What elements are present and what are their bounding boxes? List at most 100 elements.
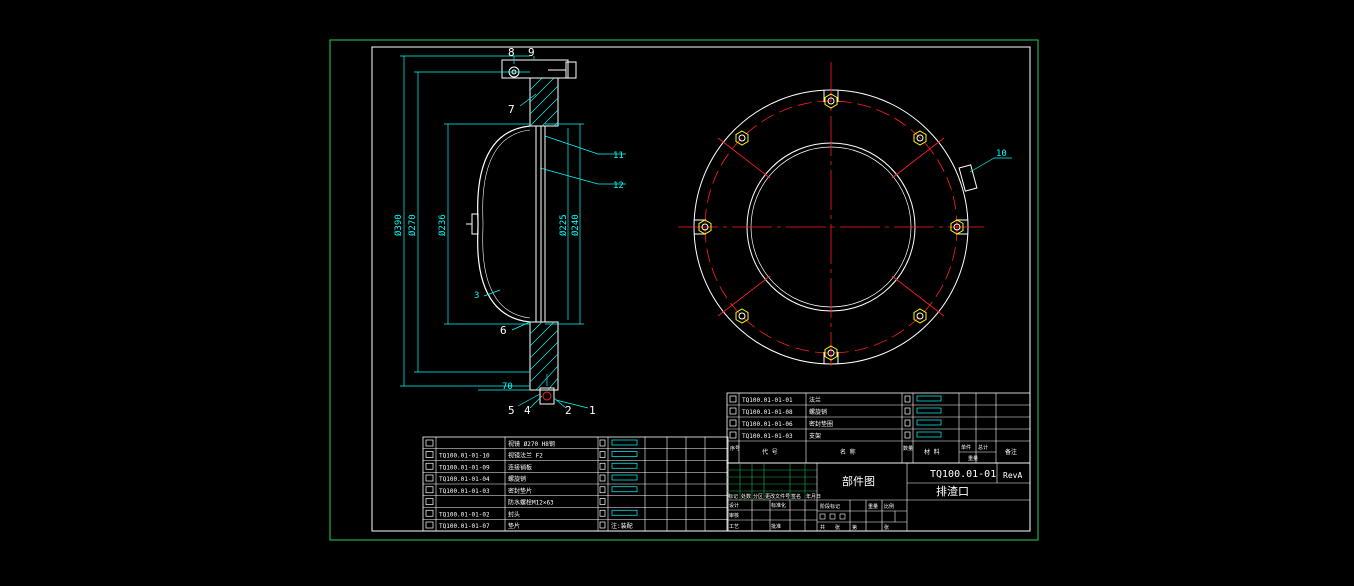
header-material: 材 料 xyxy=(924,448,940,456)
role-review: 审核 xyxy=(729,512,739,519)
front-view: 10 xyxy=(678,62,1012,366)
dim-d390: Ø390 xyxy=(393,214,404,236)
row-box xyxy=(425,498,434,505)
callout-8: 8 xyxy=(508,46,515,59)
revision: RevA xyxy=(1003,471,1022,480)
header-unit-weight: 单件 xyxy=(961,444,971,451)
callout-11: 11 xyxy=(613,151,624,161)
row-box xyxy=(729,395,737,403)
drawing-type: 部件图 xyxy=(842,474,875,488)
rev-label-sign: 签名 xyxy=(791,493,801,500)
callout-9: 9 xyxy=(528,46,535,59)
title-block: 标记 处数 分区 更改文件号 签名 年月日 设计 标准化 审核 工艺 批准 阶段… xyxy=(726,462,1031,532)
bom-left-code: TQ100.01-01-02 xyxy=(439,511,490,518)
dim-d225: Ø225 xyxy=(558,214,569,236)
sheet-unit-1: 张 xyxy=(835,524,840,531)
material-box xyxy=(611,462,638,469)
flange-lower-hatch xyxy=(529,321,559,391)
row-box xyxy=(425,451,434,458)
callout-10: 10 xyxy=(996,149,1007,159)
callout-10-leader xyxy=(969,157,995,173)
row-box xyxy=(425,439,434,447)
dome-cover xyxy=(477,125,531,323)
material-box xyxy=(916,407,942,414)
bom-left-name: 连接销板 xyxy=(508,463,532,471)
sheet-total: 共 xyxy=(820,524,825,531)
bom-left-name: 垫片 xyxy=(508,522,520,530)
qty-box xyxy=(599,474,606,482)
bom-left-name: 视镜 Ø270 H8钢 xyxy=(508,440,555,448)
callout-1: 1 xyxy=(589,404,596,417)
callout-2: 2 xyxy=(565,404,572,417)
bom-left-code: TQ100.01-01-09 xyxy=(439,464,490,471)
weight-label: 重量 xyxy=(868,503,878,510)
header-total-weight: 总计 xyxy=(978,444,988,451)
bom-right-name: 法兰 xyxy=(809,396,821,404)
bom-right-code: TQ100.01-01-01 xyxy=(742,397,793,404)
dim-d270: Ø270 xyxy=(407,214,418,236)
role-process: 工艺 xyxy=(729,524,739,530)
hinge-block xyxy=(501,59,569,79)
callout-6: 6 xyxy=(500,324,507,337)
bom-right-name: 螺旋销 xyxy=(809,408,827,416)
material-box xyxy=(611,451,638,457)
qty-box xyxy=(599,451,606,458)
callout-7: 7 xyxy=(508,103,515,116)
bom-left-code: TQ100.01-01-07 xyxy=(439,523,490,530)
drawing-number: TQ100.01-01 xyxy=(930,469,996,480)
row-box xyxy=(425,486,434,494)
material-box xyxy=(916,431,942,438)
bolt-bottom-left xyxy=(735,308,749,324)
stage-box xyxy=(829,513,836,520)
bolt-top-left xyxy=(735,130,749,146)
dim-d236: Ø236 xyxy=(437,214,448,236)
dim-d240: Ø240 xyxy=(570,214,581,236)
material-box xyxy=(916,419,942,426)
section-view: 8 9 7 6 5 4 2 1 11 12 3 70 Ø390 Ø270 Ø23… xyxy=(393,46,626,417)
material-box xyxy=(611,474,638,481)
bolt-bottom-right xyxy=(913,308,927,324)
sheet-unit-2: 张 xyxy=(884,524,889,531)
qty-box xyxy=(599,439,606,447)
header-remark: 备注 xyxy=(1005,448,1017,456)
qty-box xyxy=(599,521,606,529)
bom-left-name: 视镜法兰 F2 xyxy=(508,452,543,460)
row-box xyxy=(729,419,737,427)
bom-right-code: TQ100.01-01-08 xyxy=(742,409,793,416)
qty-box xyxy=(904,419,911,427)
bom-left-name: 螺旋销 xyxy=(508,475,526,483)
bom-left-name: 封头 xyxy=(508,510,520,518)
dome-cover-inner xyxy=(482,129,531,319)
bom-left-table: 视镜 Ø270 H8钢 TQ100.01-01-10 视镜法兰 F2 TQ100… xyxy=(422,436,729,532)
qty-box xyxy=(599,498,606,505)
stage-label: 阶段标记 xyxy=(820,503,840,510)
material-box xyxy=(611,509,638,516)
callout-3: 3 xyxy=(474,291,479,301)
rev-label-count: 处数 xyxy=(741,493,751,500)
bom-right-code: TQ100.01-01-06 xyxy=(742,421,793,428)
bom-left-note: 注:装配 xyxy=(611,522,633,530)
bottom-bolt-head xyxy=(542,391,552,401)
stage-box xyxy=(839,513,846,520)
cad-drawing-canvas: 8 9 7 6 5 4 2 1 11 12 3 70 Ø390 Ø270 Ø23… xyxy=(329,39,1039,541)
bom-right-code: TQ100.01-01-03 xyxy=(742,433,793,440)
qty-box xyxy=(599,486,606,494)
header-qty: 数量 xyxy=(903,445,913,452)
material-box xyxy=(611,439,638,446)
bom-left-name: 密封垫片 xyxy=(508,487,532,495)
handle-knob xyxy=(471,213,479,235)
bom-left-code: TQ100.01-01-10 xyxy=(439,453,490,460)
bom-left-name: 防水螺栓M12×63 xyxy=(508,499,554,507)
qty-box xyxy=(904,395,911,403)
callout-5: 5 xyxy=(508,404,515,417)
role-standard: 标准化 xyxy=(771,502,786,509)
dimension-lines xyxy=(400,55,584,391)
part-name: 排渣口 xyxy=(936,484,969,498)
row-box xyxy=(425,509,434,517)
row-box xyxy=(729,431,737,439)
qty-box xyxy=(599,462,606,470)
rev-label-zone: 分区 xyxy=(753,493,763,500)
bom-left-code: TQ100.01-01-03 xyxy=(439,488,490,495)
flange-upper-hatch xyxy=(529,77,559,127)
role-approve: 批准 xyxy=(771,523,781,530)
